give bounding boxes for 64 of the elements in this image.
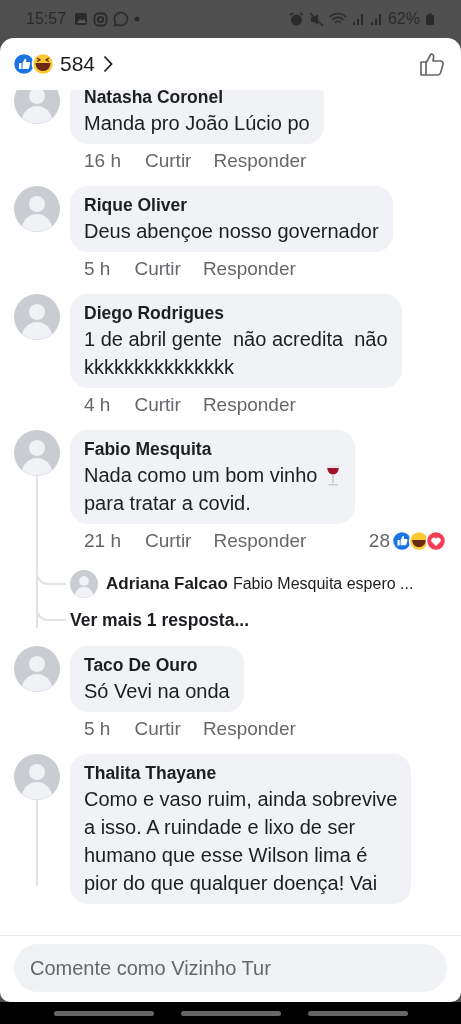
more-replies-link[interactable]: Ver mais 1 resposta...	[70, 609, 249, 631]
reply-link[interactable]: Responder	[213, 530, 307, 552]
comment-text: para tratar a covid.	[84, 491, 251, 516]
reply-link[interactable]: Responder	[202, 258, 296, 280]
reaction-icons	[12, 52, 56, 76]
battery-icon	[425, 12, 435, 26]
avatar-icon[interactable]	[14, 90, 60, 124]
signal-icon	[369, 12, 383, 26]
wifi-icon	[328, 12, 347, 26]
thumbs-up-icon[interactable]	[419, 51, 445, 77]
reply-link[interactable]: Responder	[202, 394, 296, 416]
reaction-count: 584	[60, 52, 96, 76]
commenter-name[interactable]: Adriana Falcao	[106, 574, 228, 594]
avatar-icon[interactable]	[14, 754, 60, 800]
like-link[interactable]: Curtir	[134, 258, 181, 280]
comment-text: Manda pro João Lúcio po	[84, 111, 310, 136]
comment-text: Só Vevi na onda	[84, 679, 230, 704]
navigation-button[interactable]	[307, 1010, 408, 1016]
reply-link[interactable]: Responder	[202, 718, 296, 740]
commenter-name[interactable]: Diego Rodrigues	[84, 301, 388, 325]
comment-text: 1 de abril gente não acredita não	[84, 327, 388, 352]
comment-text: Deus abençoe nosso governador	[84, 219, 379, 244]
avatar-icon[interactable]	[14, 430, 60, 476]
mute-icon	[308, 11, 324, 27]
comment-text: a isso. A ruindade e lixo de ser	[84, 815, 356, 840]
comment-input[interactable]: Comente como Vizinho Tur	[14, 944, 447, 992]
gallery-icon	[74, 12, 89, 26]
chevron-right-icon	[103, 55, 114, 73]
reactions-summary[interactable]: 584	[12, 52, 114, 76]
dot-icon	[134, 16, 141, 22]
commenter-name[interactable]: Rique Oliver	[84, 193, 379, 217]
like-link[interactable]: Curtir	[134, 718, 181, 740]
comment-text: Como e vaso ruim, ainda sobrevive	[84, 787, 398, 812]
avatar-icon[interactable]	[14, 186, 60, 232]
reply-preview: Fabio Mesquita espero ...	[232, 575, 414, 593]
reaction-count: 28	[368, 530, 390, 552]
comment-text: pior do que qualquer doença! Vai	[84, 871, 378, 896]
navigation-button[interactable]	[180, 1010, 281, 1016]
commenter-name[interactable]: Taco De Ouro	[84, 653, 230, 677]
avatar-icon[interactable]	[70, 570, 98, 598]
reply-link[interactable]: Responder	[213, 150, 307, 172]
comment-time: 5 h	[84, 258, 111, 280]
comment-text: humano que esse Wilson lima é	[84, 843, 368, 868]
commenter-name[interactable]: Fabio Mesquita	[84, 437, 342, 461]
commenter-name[interactable]: Thalita Thayane	[84, 761, 398, 785]
avatar-icon[interactable]	[14, 294, 60, 340]
alarm-icon	[288, 11, 304, 27]
commenter-name[interactable]: Natasha Coronel	[84, 90, 310, 109]
comment-text: kkkkkkkkkkkkkkk	[84, 355, 234, 380]
comment-time: 16 h	[84, 150, 121, 172]
chat-icon	[113, 11, 130, 27]
avatar-icon[interactable]	[14, 646, 60, 692]
comment-time: 4 h	[84, 394, 111, 416]
like-link[interactable]: Curtir	[145, 530, 192, 552]
comment-time: 5 h	[84, 718, 111, 740]
comment-time: 21 h	[84, 530, 121, 552]
reaction-icons[interactable]	[391, 530, 447, 552]
comment-text: Nada como um bom vinho	[84, 463, 318, 488]
wine-glass-icon	[325, 463, 342, 487]
like-link[interactable]: Curtir	[145, 150, 192, 172]
like-link[interactable]: Curtir	[134, 394, 181, 416]
navigation-button[interactable]	[53, 1010, 154, 1016]
camera-icon	[93, 11, 109, 27]
signal-icon	[351, 12, 365, 26]
